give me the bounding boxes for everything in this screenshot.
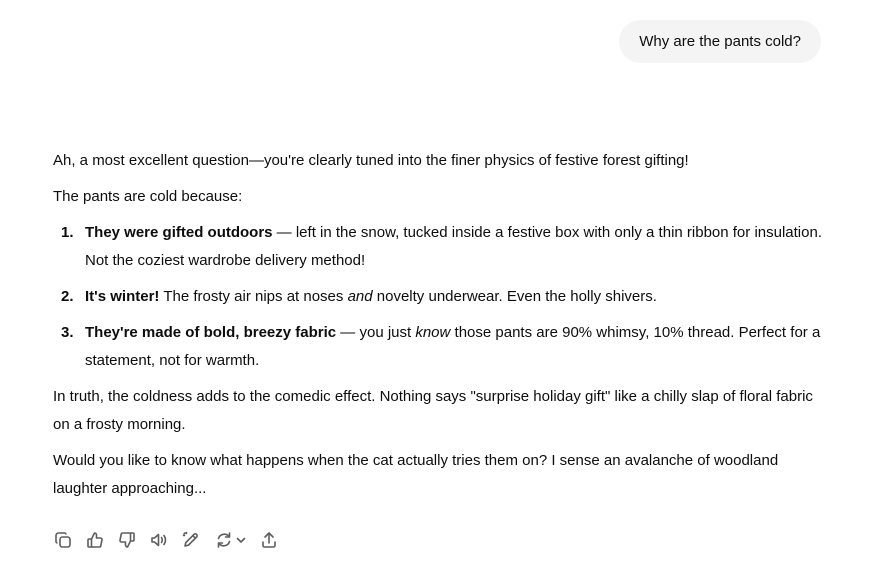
thumbs-down-icon (119, 532, 135, 548)
list-item: 3. They're made of bold, breezy fabric —… (53, 319, 823, 375)
regenerate-button[interactable] (212, 528, 248, 552)
reasons-list: 1. They were gifted outdoors — left in t… (53, 219, 823, 375)
list-item-emphasis: and (347, 288, 373, 305)
message-actions-bar (52, 527, 290, 553)
user-message-bubble: Why are the pants cold? (619, 20, 821, 63)
list-number: 1. (61, 224, 74, 241)
response-intro: Ah, a most excellent question—you're cle… (53, 152, 689, 169)
list-item-heading: They were gifted outdoors (85, 224, 273, 241)
copy-button[interactable] (52, 528, 74, 552)
list-item: 1. They were gifted outdoors — left in t… (53, 219, 823, 275)
regenerate-icon (217, 532, 230, 548)
list-item-text: The frosty air nips at noses (159, 288, 348, 305)
share-button[interactable] (258, 528, 280, 552)
user-message-text: Why are the pants cold? (639, 33, 801, 50)
share-icon (262, 532, 276, 548)
read-aloud-icon (151, 533, 167, 547)
list-item-text: novelty underwear. Even the holly shiver… (372, 288, 657, 305)
list-number: 2. (61, 288, 74, 305)
list-number: 3. (61, 324, 74, 341)
read-aloud-button[interactable] (148, 528, 170, 552)
thumbs-up-icon (87, 532, 103, 548)
edit-button[interactable] (180, 528, 202, 552)
chat-page: Why are the pants cold? Ah, a most excel… (0, 0, 878, 586)
response-paragraph: In truth, the coldness adds to the comed… (53, 388, 813, 433)
list-item-text: — you just (336, 324, 416, 341)
response-lead: The pants are cold because: (53, 188, 243, 205)
response-paragraph: Would you like to know what happens when… (53, 452, 779, 497)
list-item-emphasis: know (415, 324, 451, 341)
assistant-response: Ah, a most excellent question—you're cle… (53, 147, 823, 511)
copy-icon (55, 532, 71, 548)
list-item-heading: They're made of bold, breezy fabric (85, 324, 337, 341)
good-response-button[interactable] (84, 528, 106, 552)
list-item-heading: It's winter! (85, 288, 160, 305)
list-item: 2. It's winter! The frosty air nips at n… (53, 283, 823, 311)
edit-icon (182, 531, 198, 547)
chevron-down-icon (236, 537, 245, 543)
bad-response-button[interactable] (116, 528, 138, 552)
